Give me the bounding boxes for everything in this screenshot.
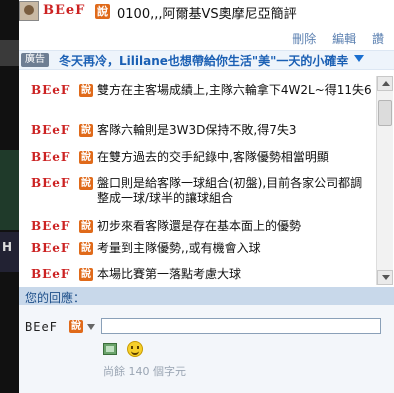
say-badge: 說 [79,151,93,164]
background-left-strip: H [0,0,19,393]
reply-section: 您的回應： BEeF 說 尚餘 140 個字元 [19,287,394,393]
scroll-down-button[interactable] [377,270,393,285]
say-badge: 說 [79,124,93,137]
ad-banner[interactable]: 廣告 冬天再冷，Lililane也想帶給你生活"美"一天的小確幸 [19,50,394,70]
reply-textarea[interactable] [102,319,380,333]
comment-author[interactable]: BEeF [31,123,70,137]
comment-scrollbar[interactable] [376,76,393,285]
comment-text: 在雙方過去的交手紀錄中,客隊優勢相當明顯 [97,150,329,164]
remaining-chars: 尚餘 140 個字元 [103,365,186,378]
say-badge: 說 [79,242,93,255]
comment-text: 客隊六輪則是3W3D保持不敗,得7失3 [97,123,297,137]
post-title: 0100,,,阿爾基VS奧摩尼亞簡評 [117,7,297,22]
ad-tag: 廣告 [21,53,49,67]
say-badge: 說 [69,320,83,333]
scroll-up-button[interactable] [377,76,393,91]
say-badge: 說 [79,268,93,281]
comment-author[interactable]: BEeF [31,267,70,281]
reply-username: BEeF [25,320,58,334]
comment-text: 本場比賽第一落點考慮大球 [97,267,242,281]
reply-header-label: 您的回應： [25,291,86,305]
smiley-icon[interactable] [127,341,143,357]
avatar[interactable] [19,1,39,21]
comment-text: 考量到主隊優勢,,或有機會入球 [97,241,261,255]
comment-author[interactable]: BEeF [31,150,70,164]
image-icon[interactable] [103,343,117,355]
comment-panel: BEeF 說 0100,,,阿爾基VS奧摩尼亞簡評 刪除 編輯 讚 廣告 冬天再… [19,0,394,393]
say-badge: 說 [95,4,110,19]
comment-author[interactable]: BEeF [31,176,70,190]
edit-link[interactable]: 編輯 [332,32,356,46]
dropdown-icon[interactable] [87,324,95,330]
comment-list: BEeF 說 雙方在主客場成績上,主隊六輪拿下4W2L~得11失6 BEeF 說… [19,75,376,285]
comment-author[interactable]: BEeF [31,219,70,233]
post-author[interactable]: BEeF [43,3,85,18]
chevron-down-icon[interactable] [354,55,364,62]
scroll-thumb[interactable] [378,100,392,126]
say-badge: 說 [79,220,93,233]
post-header: BEeF 說 0100,,,阿爾基VS奧摩尼亞簡評 [19,0,394,22]
ad-text[interactable]: 冬天再冷，Lililane也想帶給你生活"美"一天的小確幸 [59,52,348,69]
post-actions: 刪除 編輯 讚 [280,30,384,47]
comment-text: 盤口則是給客隊一球組合(初盤),目前各家公司都調整成一球/球半的讓球組合 [97,176,363,205]
reply-input[interactable] [101,318,381,334]
say-badge: 說 [79,84,93,97]
say-badge: 說 [79,177,93,190]
like-link[interactable]: 讚 [372,32,384,46]
comment-author[interactable]: BEeF [31,83,70,97]
comment-text: 雙方在主客場成績上,主隊六輪拿下4W2L~得11失6 [97,83,372,97]
background-letter: H [2,240,13,254]
delete-link[interactable]: 刪除 [292,32,316,46]
comment-text: 初步來看客隊還是存在基本面上的優勢 [97,219,302,233]
reply-header: 您的回應： [19,287,394,305]
comment-author[interactable]: BEeF [31,241,70,255]
